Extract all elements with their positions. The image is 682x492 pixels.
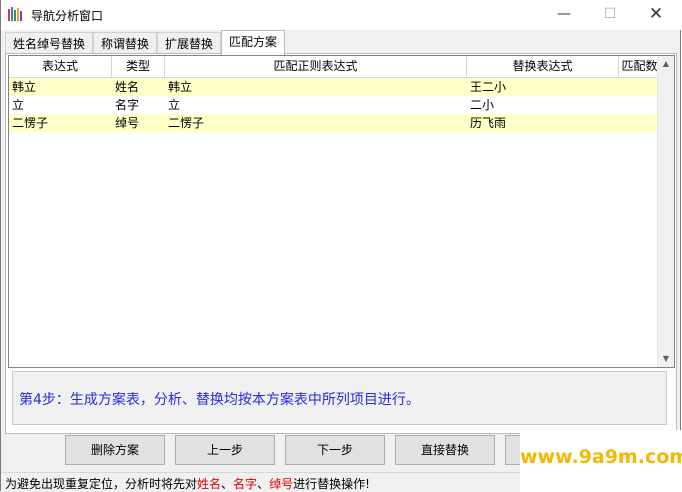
scroll-up-icon[interactable]: ▲ [658,56,674,72]
table-row[interactable]: 二愣子 绰号 二愣子 历飞雨 [9,114,661,132]
cell-match-count [619,78,622,96]
table-header: 表达式 类型 匹配正则表达式 替换表达式 匹配数 [9,56,661,78]
cell-regex: 立 [168,98,181,112]
cell-expression: 韩立 [12,80,37,94]
cell-match-count [619,114,622,132]
close-icon[interactable]: ✕ [633,0,679,30]
scheme-table: 表达式 类型 匹配正则表达式 替换表达式 匹配数 韩立 姓名 韩立 王二小 立 … [8,55,675,368]
cell-regex: 韩立 [168,80,193,94]
book-icon [7,6,23,22]
cell-type: 姓名 [115,80,140,94]
cell-type: 绰号 [115,116,140,130]
cell-replacement: 二小 [470,98,495,112]
delete-scheme-button[interactable]: 删除方案 [65,435,165,465]
tab-name-nickname-replace[interactable]: 姓名绰号替换 [5,32,94,54]
minimize-icon[interactable]: — [541,0,587,30]
cell-match-count [619,96,622,114]
tab-title-replace[interactable]: 称谓替换 [93,32,158,54]
maximize-icon[interactable]: ☐ [587,0,633,30]
step-info-box: 第4步：生成方案表，分析、替换均按本方案表中所列项目进行。 [12,371,667,425]
watermark-text: www.9a9m.com [520,446,682,468]
column-header[interactable]: 匹配正则表达式 [165,56,467,77]
window-title: 导航分析窗口 [31,9,104,23]
column-header[interactable]: 匹配数 [619,56,661,77]
direct-replace-button[interactable]: 直接替换 [395,435,495,465]
table-row[interactable]: 立 名字 立 二小 [9,96,661,114]
scroll-down-icon[interactable]: ▼ [658,351,674,367]
vertical-scrollbar[interactable]: ▲ ▼ [657,56,674,367]
cell-replacement: 历飞雨 [470,116,507,130]
cell-regex: 二愣子 [168,116,205,130]
status-text: 为避免出现重复定位，分析时将先对姓名、名字、绰号进行替换操作! [5,477,370,491]
column-header[interactable]: 替换表达式 [467,56,619,77]
column-header[interactable]: 表达式 [9,56,112,77]
title-bar: 导航分析窗口 — ☐ ✕ [1,0,681,30]
table-row[interactable]: 韩立 姓名 韩立 王二小 [9,78,661,96]
tab-match-scheme[interactable]: 匹配方案 [221,30,286,55]
cell-replacement: 王二小 [470,80,507,94]
previous-step-button[interactable]: 上一步 [175,435,275,465]
step-info-text: 第4步：生成方案表，分析、替换均按本方案表中所列项目进行。 [19,392,420,408]
cell-expression: 立 [12,98,25,112]
cell-expression: 二愣子 [12,116,49,130]
cell-type: 名字 [115,98,140,112]
next-step-button[interactable]: 下一步 [285,435,385,465]
main-window: 导航分析窗口 — ☐ ✕ 姓名绰号替换 称谓替换 扩展替换 匹配方案 表达式 类… [0,0,681,492]
column-header[interactable]: 类型 [112,56,165,77]
watermark: www.9a9m.com [520,430,682,492]
tab-extended-replace[interactable]: 扩展替换 [157,32,222,54]
